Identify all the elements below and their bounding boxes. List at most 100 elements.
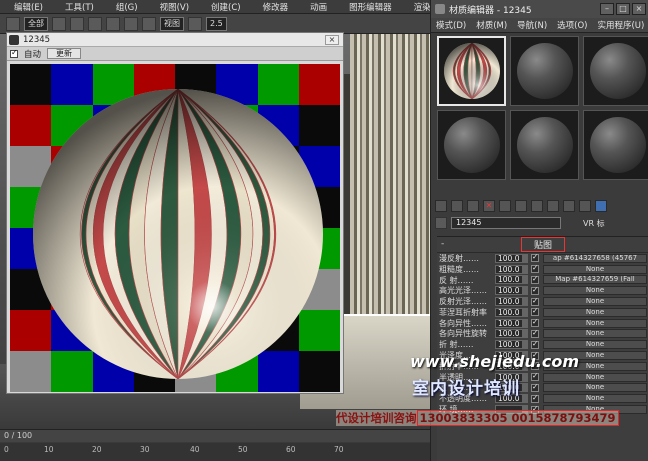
menu-material[interactable]: 材质(M) (471, 19, 512, 31)
map-amount-field[interactable]: 100.0 (495, 318, 523, 328)
map-slot-button[interactable]: None (543, 286, 647, 296)
map-enabled-checkbox[interactable] (531, 328, 539, 338)
close-button[interactable]: × (325, 35, 339, 45)
time-slider[interactable]: 0 / 100 (0, 430, 432, 442)
menu-mode[interactable]: 模式(D) (431, 19, 471, 31)
menu-create[interactable]: 创建(C) (197, 1, 249, 13)
pick-material-icon[interactable] (435, 217, 447, 229)
map-amount-field[interactable]: 100.0 (495, 307, 523, 317)
preview-title-bar[interactable]: 12345 (7, 33, 343, 47)
map-slot-button[interactable]: None (543, 318, 647, 328)
put-to-scene-icon[interactable] (451, 200, 463, 212)
map-amount-spinner[interactable] (523, 372, 528, 382)
close-icon[interactable]: × (632, 3, 646, 15)
assign-material-icon[interactable] (467, 200, 479, 212)
map-enabled-checkbox[interactable] (531, 339, 539, 349)
menu-modifiers[interactable]: 修改器 (249, 1, 297, 13)
map-slot-button[interactable]: None (543, 340, 647, 350)
map-slot-button[interactable]: None (543, 394, 647, 404)
map-slot-button[interactable]: ap #614327658 (45767 (543, 253, 647, 263)
map-amount-field[interactable]: 100.0 (495, 340, 523, 350)
move-icon[interactable] (106, 16, 120, 31)
reset-map-icon[interactable]: ✕ (483, 200, 495, 212)
rotate-icon[interactable] (124, 16, 138, 31)
menu-group[interactable]: 组(G) (102, 1, 146, 13)
select-by-name-icon[interactable] (70, 16, 84, 31)
map-slot-button[interactable]: None (543, 307, 647, 317)
map-amount-spinner[interactable] (523, 394, 528, 404)
pivot-icon[interactable] (188, 16, 202, 31)
put-to-library-icon[interactable] (531, 200, 543, 212)
copy-material-icon[interactable] (499, 200, 511, 212)
menu-options[interactable]: 选项(O) (552, 19, 592, 31)
map-amount-field[interactable]: 100.0 (495, 297, 523, 307)
map-enabled-checkbox[interactable] (531, 317, 539, 328)
map-enabled-checkbox[interactable] (531, 306, 539, 317)
menu-edit[interactable]: 编辑(E) (0, 1, 51, 13)
menu-views[interactable]: 视图(V) (146, 1, 197, 13)
track-bar[interactable]: 0 10 20 30 40 50 60 70 (0, 443, 432, 461)
sample-slot[interactable] (437, 110, 506, 180)
map-enabled-checkbox[interactable] (531, 285, 539, 295)
sample-slot[interactable] (583, 36, 648, 106)
map-amount-field[interactable]: 100.0 (495, 286, 523, 296)
select-region-icon[interactable] (88, 16, 102, 31)
map-enabled-checkbox[interactable] (531, 263, 539, 274)
undo-icon[interactable] (6, 16, 20, 31)
map-slot-button[interactable]: None (543, 372, 647, 382)
menu-utilities[interactable]: 实用程序(U) (592, 19, 648, 31)
map-amount-spinner[interactable] (523, 275, 528, 285)
scale-icon[interactable] (142, 16, 156, 31)
map-enabled-checkbox[interactable] (531, 393, 539, 403)
map-slot-button[interactable]: None (543, 264, 647, 274)
map-amount-spinner[interactable] (523, 253, 528, 263)
map-slot-button[interactable]: None (543, 297, 647, 307)
map-amount-spinner[interactable] (523, 297, 528, 307)
map-amount-spinner[interactable] (523, 340, 528, 350)
map-enabled-checkbox[interactable] (531, 382, 539, 392)
map-amount-spinner[interactable] (523, 286, 528, 296)
map-amount-spinner[interactable] (523, 318, 528, 328)
map-enabled-checkbox[interactable] (531, 274, 539, 284)
map-enabled-checkbox[interactable] (531, 296, 539, 306)
map-amount-spinner[interactable] (523, 383, 528, 393)
map-amount-spinner[interactable] (523, 264, 528, 274)
maximize-icon[interactable]: □ (616, 3, 630, 15)
auto-checkbox[interactable] (10, 48, 18, 58)
menu-animation[interactable]: 动画 (296, 1, 335, 13)
map-amount-field[interactable]: 100.0 (495, 264, 523, 274)
map-amount-spinner[interactable] (523, 329, 528, 339)
show-end-result-icon[interactable] (579, 200, 591, 212)
map-slot-button[interactable]: None (543, 383, 647, 393)
go-to-parent-icon[interactable] (595, 200, 607, 212)
map-amount-spinner[interactable] (523, 307, 528, 317)
sample-slot-active[interactable] (437, 36, 506, 106)
menu-navigation[interactable]: 导航(N) (512, 19, 552, 31)
map-amount-field[interactable]: 100.0 (495, 329, 523, 339)
minimize-icon[interactable]: – (600, 3, 614, 15)
map-amount-field[interactable]: 100.0 (495, 253, 523, 263)
map-slot-button[interactable]: None (543, 329, 647, 339)
sample-slot[interactable] (583, 110, 648, 180)
striped-box-object[interactable] (350, 34, 432, 334)
menu-graph-editors[interactable]: 图形编辑器 (335, 1, 400, 13)
sample-slot[interactable] (510, 110, 579, 180)
material-name-field[interactable]: 12345 (451, 217, 561, 229)
sample-slot[interactable] (510, 36, 579, 106)
select-object-icon[interactable] (52, 16, 66, 31)
rollout-header[interactable]: - 贴图 (437, 237, 648, 253)
show-in-viewport-icon[interactable] (563, 200, 575, 212)
menu-tools[interactable]: 工具(T) (51, 1, 102, 13)
snap-value[interactable]: 2.5 (206, 16, 227, 31)
map-amount-field[interactable]: 100.0 (495, 275, 523, 285)
reference-coordinate-dropdown[interactable]: 视图 (160, 16, 184, 31)
map-enabled-checkbox[interactable] (531, 252, 539, 263)
make-unique-icon[interactable] (515, 200, 527, 212)
map-slot-button[interactable]: Map #614327659 (Fall (543, 275, 647, 285)
update-button[interactable]: 更新 (47, 48, 82, 59)
material-id-icon[interactable] (547, 200, 559, 212)
get-material-icon[interactable] (435, 200, 447, 212)
material-type-button[interactable]: VR 标 (583, 218, 605, 229)
selection-filter-dropdown[interactable]: 全部 (24, 16, 48, 31)
map-enabled-checkbox[interactable] (531, 371, 539, 382)
